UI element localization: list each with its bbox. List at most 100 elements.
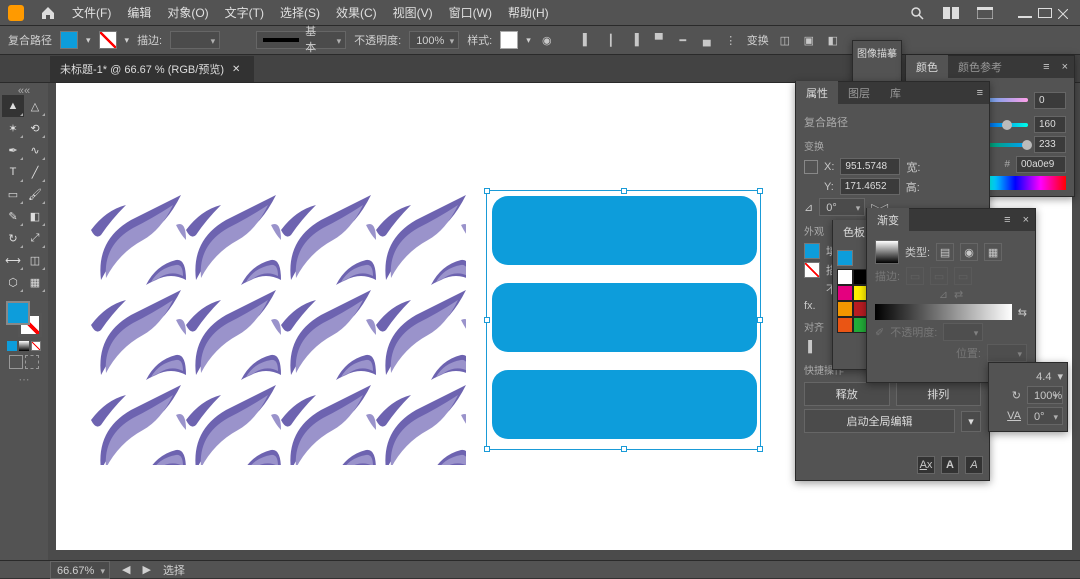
char-italic-icon[interactable]: A <box>965 456 983 474</box>
menu-effect[interactable]: 效果(C) <box>336 4 377 21</box>
shape-mode-icon[interactable]: ◫ <box>777 32 793 48</box>
align-left-icon[interactable]: ▌ <box>804 339 820 355</box>
align-vcenter-icon[interactable]: ━ <box>675 32 691 48</box>
selection-handle[interactable] <box>757 446 763 452</box>
g-input[interactable] <box>1034 116 1066 133</box>
layers-tab[interactable]: 图层 <box>838 81 880 105</box>
menu-type[interactable]: 文字(T) <box>225 4 264 21</box>
menu-window[interactable]: 窗口(W) <box>449 4 492 21</box>
draw-behind-icon[interactable] <box>25 355 39 369</box>
pattern-artwork[interactable] <box>91 190 466 465</box>
selection-tool-icon[interactable]: ▲ <box>2 95 24 117</box>
isolate-icon[interactable]: ▣ <box>801 32 817 48</box>
menu-select[interactable]: 选择(S) <box>280 4 320 21</box>
swatch-item[interactable] <box>837 317 853 333</box>
swatch-item[interactable] <box>837 285 853 301</box>
menu-object[interactable]: 对象(O) <box>167 4 208 21</box>
selection-handle[interactable] <box>757 317 763 323</box>
document-tab[interactable]: 未标题-1* @ 66.67 % (RGB/预览) ✕ <box>50 56 254 82</box>
stroke-swatch[interactable] <box>99 31 117 49</box>
maximize-icon[interactable] <box>1038 8 1052 18</box>
fx-label[interactable]: fx. <box>804 300 816 312</box>
menu-help[interactable]: 帮助(H) <box>508 4 549 21</box>
selection-handle[interactable] <box>757 188 763 194</box>
selection-handle[interactable] <box>484 188 490 194</box>
global-edit-more-icon[interactable]: ▾ <box>961 411 981 432</box>
close-icon[interactable] <box>1058 8 1072 18</box>
shape-builder-tool-icon[interactable]: ⬡ <box>2 271 24 293</box>
magic-wand-tool-icon[interactable]: ✶ <box>2 117 24 139</box>
linear-gradient-icon[interactable]: ▤ <box>936 243 954 261</box>
nav-next-icon[interactable]: ▶ <box>142 563 150 576</box>
gradient-mode-icon[interactable] <box>19 341 29 351</box>
transform-label[interactable]: 变换 <box>747 32 769 48</box>
workspace-icon[interactable] <box>976 4 994 22</box>
angle-dropdown[interactable]: 0° <box>819 198 865 216</box>
align-left-icon[interactable]: ▌ <box>579 32 595 48</box>
y-input[interactable] <box>840 178 900 195</box>
radial-gradient-icon[interactable]: ◉ <box>960 243 978 261</box>
eyedropper-icon[interactable]: ✐ <box>875 326 884 339</box>
release-button[interactable]: 释放 <box>804 382 890 406</box>
align-top-icon[interactable]: ▀ <box>651 32 667 48</box>
minimize-icon[interactable] <box>1018 8 1032 18</box>
distribute-icon[interactable]: ⋮ <box>723 32 739 48</box>
lasso-tool-icon[interactable]: ⟲ <box>24 117 46 139</box>
home-icon[interactable] <box>40 5 56 21</box>
align-right-icon[interactable]: ▐ <box>627 32 643 48</box>
align-bottom-icon[interactable]: ▄ <box>699 32 715 48</box>
eraser-tool-icon[interactable]: ◧ <box>24 205 46 227</box>
menu-file[interactable]: 文件(F) <box>72 4 111 21</box>
rounded-rect-shape[interactable] <box>492 370 757 439</box>
tab-close-icon[interactable]: ✕ <box>232 64 240 75</box>
stroke-weight-dropdown[interactable] <box>170 31 220 49</box>
align-hcenter-icon[interactable]: ┃ <box>603 32 619 48</box>
color-tab[interactable]: 颜色 <box>906 55 948 79</box>
pen-tool-icon[interactable]: ✒ <box>2 139 24 161</box>
rotate-tool-icon[interactable]: ↻ <box>2 227 24 249</box>
swatch-item[interactable] <box>837 301 853 317</box>
x-input[interactable] <box>840 158 900 175</box>
fill-swatch-small[interactable] <box>804 243 820 259</box>
opacity-dropdown[interactable]: 100% <box>409 31 459 49</box>
selection-bounds[interactable] <box>486 190 761 450</box>
brush-profile-dropdown[interactable]: 基本 <box>256 31 346 49</box>
panel-close-icon[interactable]: × <box>1056 61 1074 73</box>
none-mode-icon[interactable] <box>31 341 41 351</box>
flip-gradient-icon[interactable]: ⇄ <box>954 288 963 301</box>
type-tool-icon[interactable]: T <box>2 161 24 183</box>
properties-tab[interactable]: 属性 <box>796 81 838 105</box>
fill-swatch[interactable] <box>60 31 78 49</box>
panel-menu-icon[interactable]: ≡ <box>1037 61 1055 73</box>
menu-edit[interactable]: 编辑 <box>127 4 151 21</box>
fill-stroke-control[interactable] <box>2 297 46 341</box>
reference-point-icon[interactable] <box>804 160 818 174</box>
paintbrush-tool-icon[interactable]: 🖌 <box>24 183 46 205</box>
global-edit-button[interactable]: 启动全局编辑 <box>804 409 955 433</box>
selection-handle[interactable] <box>484 446 490 452</box>
arrange-docs-icon[interactable] <box>942 4 960 22</box>
color-guide-tab[interactable]: 颜色参考 <box>948 55 1012 79</box>
freeform-gradient-icon[interactable]: ▦ <box>984 243 1002 261</box>
panel-menu-icon[interactable]: ≡ <box>971 87 989 99</box>
char-angle-dropdown[interactable]: 0° <box>1027 407 1063 425</box>
nav-prev-icon[interactable]: ◀ <box>122 563 130 576</box>
selection-handle[interactable] <box>621 188 627 194</box>
curvature-tool-icon[interactable]: ∿ <box>24 139 46 161</box>
panel-close-icon[interactable]: × <box>1017 214 1035 226</box>
draw-normal-icon[interactable] <box>9 355 23 369</box>
swatch-fill-icon[interactable] <box>837 250 853 266</box>
mask-icon[interactable]: ◧ <box>825 32 841 48</box>
swatch-item[interactable] <box>837 269 853 285</box>
char-a-icon[interactable]: Ax <box>917 456 935 474</box>
libraries-tab[interactable]: 库 <box>880 81 911 105</box>
arrange-button[interactable]: 排列 <box>896 382 982 406</box>
char-percent-dropdown[interactable]: 100% <box>1027 386 1063 404</box>
toolbar-handle-icon[interactable]: «« <box>2 85 46 95</box>
rounded-rect-shape[interactable] <box>492 196 757 265</box>
search-icon[interactable] <box>908 4 926 22</box>
reverse-gradient-icon[interactable]: ⇆ <box>1018 306 1027 319</box>
char-bold-icon[interactable]: A <box>941 456 959 474</box>
rounded-rect-shape[interactable] <box>492 283 757 352</box>
rectangle-tool-icon[interactable]: ▭ <box>2 183 24 205</box>
